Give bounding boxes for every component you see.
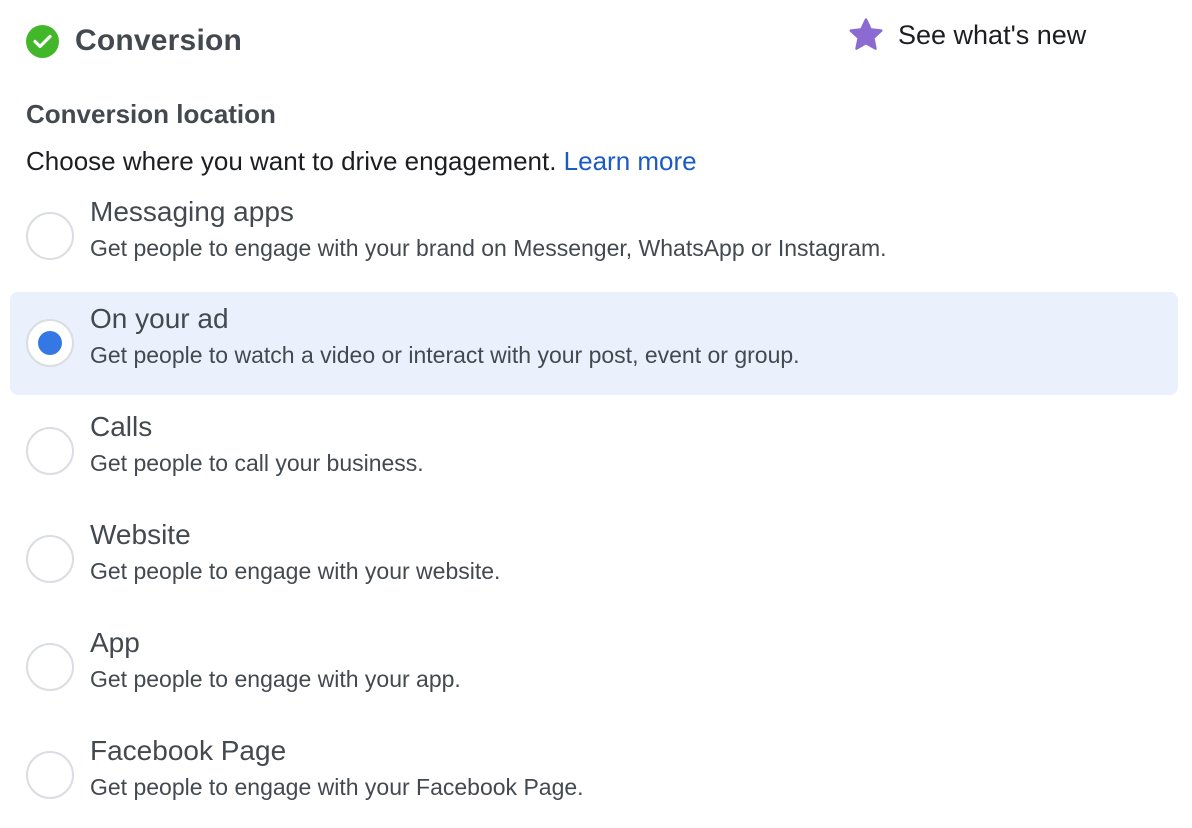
- option-website[interactable]: Website Get people to engage with your w…: [10, 508, 1178, 611]
- option-app[interactable]: App Get people to engage with your app.: [10, 616, 1178, 719]
- check-circle-icon: [26, 24, 59, 58]
- option-description: Get people to call your business.: [90, 450, 424, 476]
- section-title: Conversion: [75, 24, 243, 57]
- radio-button[interactable]: [26, 427, 74, 475]
- option-on-your-ad[interactable]: On your ad Get people to watch a video o…: [10, 292, 1178, 395]
- option-title: On your ad: [90, 303, 229, 334]
- radio-button[interactable]: [26, 319, 74, 367]
- description-text: Choose where you want to drive engagemen…: [26, 146, 557, 176]
- radio-button[interactable]: [26, 535, 74, 583]
- radio-button[interactable]: [26, 751, 74, 799]
- option-description: Get people to engage with your brand on …: [90, 235, 887, 261]
- see-whats-new-button[interactable]: See what's new: [848, 17, 1086, 53]
- star-icon: [848, 17, 884, 53]
- option-messaging-apps[interactable]: Messaging apps Get people to engage with…: [10, 185, 1178, 288]
- option-title: Messaging apps: [90, 196, 294, 227]
- option-description: Get people to engage with your app.: [90, 666, 461, 692]
- learn-more-link[interactable]: Learn more: [564, 146, 697, 176]
- conversion-location-heading: Conversion location: [26, 99, 276, 129]
- option-description: Get people to watch a video or interact …: [90, 342, 800, 368]
- see-whats-new-label: See what's new: [898, 19, 1087, 50]
- conversion-panel: Conversion See what's new Conversion loc…: [0, 0, 1192, 828]
- radio-button[interactable]: [26, 212, 74, 260]
- option-description: Get people to engage with your Facebook …: [90, 774, 584, 800]
- conversion-location-description: Choose where you want to drive engagemen…: [26, 146, 697, 177]
- option-title: Facebook Page: [90, 735, 287, 766]
- option-calls[interactable]: Calls Get people to call your business.: [10, 400, 1178, 503]
- option-description: Get people to engage with your website.: [90, 558, 501, 584]
- option-title: App: [90, 627, 140, 658]
- section-header: Conversion: [26, 24, 242, 58]
- option-title: Calls: [90, 411, 153, 442]
- radio-button[interactable]: [26, 643, 74, 691]
- option-title: Website: [90, 519, 191, 550]
- radio-selected-dot: [38, 331, 62, 355]
- option-facebook-page[interactable]: Facebook Page Get people to engage with …: [10, 724, 1178, 827]
